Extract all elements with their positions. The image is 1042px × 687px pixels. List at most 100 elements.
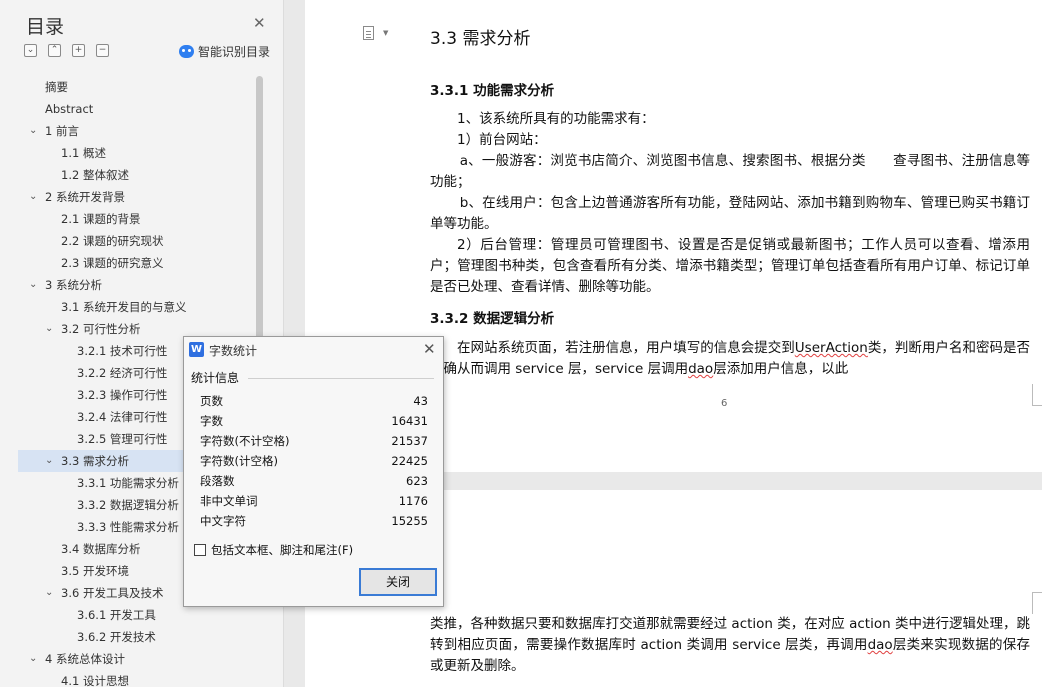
toc-item-label: 3.2.3 操作可行性 (77, 388, 168, 402)
toc-toolbar: ⌄ ⌃ + − (24, 44, 109, 57)
word-count-dialog: W 字数统计 ✕ 统计信息 页数 43 字数 16431 字符数(不计空格) 21537 字… (183, 336, 444, 607)
spell-error-word[interactable]: dao (868, 637, 893, 653)
toc-item-label: 3.2.5 管理可行性 (77, 432, 168, 446)
stat-value: 623 (406, 474, 428, 488)
paragraph: 2）后台管理：管理员可管理图书、设置是否是促销或最新图书；工作人员可以查看、增添… (430, 237, 1030, 295)
toc-item-label: 3.2.2 经济可行性 (77, 366, 168, 380)
toc-item-label: 3 系统分析 (45, 278, 102, 292)
stat-row: 段落数 623 (200, 471, 428, 491)
stat-label: 字符数(计空格) (200, 454, 278, 468)
toc-item-label: 2.2 课题的研究现状 (61, 234, 164, 248)
toc-item-label: 3.3.3 性能需求分析 (77, 520, 179, 534)
stat-row: 非中文单词 1176 (200, 491, 428, 511)
stat-row: 字符数(不计空格) 21537 (200, 431, 428, 451)
paragraph: 1）前台网站： (457, 132, 547, 148)
toc-item-label: 3.5 开发环境 (61, 564, 129, 578)
checkbox-box[interactable] (194, 544, 206, 556)
stat-label: 字符数(不计空格) (200, 434, 290, 448)
collapse-icon[interactable]: ⌄ (24, 44, 37, 57)
toc-item[interactable]: 1.2 整体叙述 (18, 164, 272, 186)
toc-item-label: 3.4 数据库分析 (61, 542, 141, 556)
stat-value: 15255 (391, 514, 428, 528)
divider (248, 378, 434, 379)
toc-item[interactable]: 2.2 课题的研究现状 (18, 230, 272, 252)
expand-icon[interactable]: ⌃ (48, 44, 61, 57)
chevron-down-icon[interactable]: ▼ (383, 29, 388, 37)
stat-value: 21537 (391, 434, 428, 448)
toc-item-label: 3.3.2 数据逻辑分析 (77, 498, 179, 512)
stat-value: 22425 (391, 454, 428, 468)
stat-row: 页数 43 (200, 391, 428, 411)
robot-icon (179, 45, 194, 58)
page-corner-mark (1032, 384, 1042, 406)
toc-item-label: 4.1 设计思想 (61, 674, 129, 687)
toc-item-label: 4 系统总体设计 (45, 652, 125, 666)
dialog-titlebar[interactable]: W 字数统计 ✕ (184, 337, 443, 363)
toc-item[interactable]: ⌄ 4 系统总体设计 (18, 648, 272, 670)
stat-label: 非中文单词 (200, 494, 258, 508)
stat-value: 16431 (391, 414, 428, 428)
toc-item[interactable]: ⌄ 2 系统开发背景 (18, 186, 272, 208)
document-icon[interactable] (363, 26, 374, 40)
minus-icon[interactable]: − (96, 44, 109, 57)
toc-item-label: 1.1 概述 (61, 146, 106, 160)
wps-logo-icon: W (189, 342, 204, 357)
stats-group-label: 统计信息 (191, 371, 240, 385)
toc-item-label: 2.3 课题的研究意义 (61, 256, 164, 270)
toc-item-label: 3.3.1 功能需求分析 (77, 476, 179, 490)
toc-item-label: 3.2.1 技术可行性 (77, 344, 168, 358)
chevron-down-icon[interactable]: ⌄ (45, 450, 53, 472)
chevron-down-icon[interactable]: ⌄ (45, 318, 53, 340)
chevron-down-icon[interactable]: ⌄ (29, 274, 37, 296)
smart-toc-button[interactable]: 智能识别目录 (179, 43, 270, 60)
toc-item-label: 1 前言 (45, 124, 79, 138)
toc-item[interactable]: Abstract (18, 98, 272, 120)
plus-icon[interactable]: + (72, 44, 85, 57)
dialog-title: 字数统计 (209, 344, 258, 358)
chevron-down-icon[interactable]: ⌄ (29, 120, 37, 142)
stat-label: 页数 (200, 394, 223, 408)
toc-item[interactable]: 2.3 课题的研究意义 (18, 252, 272, 274)
stat-label: 段落数 (200, 474, 235, 488)
toc-item-label: 3.6 开发工具及技术 (61, 586, 164, 600)
text-run: 在网站系统页面，若注册信息，用户填写的信息会提交到 (457, 340, 795, 356)
text-run: 层添加用户信息，以此 (713, 361, 849, 377)
toc-item[interactable]: 摘要 (18, 76, 272, 98)
spell-error-word[interactable]: UserAction (795, 340, 868, 356)
paragraph: a、一般游客：浏览书店简介、浏览图书信息、搜索图书、根据分类 查寻图书、注册信息… (430, 153, 1030, 190)
chevron-down-icon[interactable]: ⌄ (29, 648, 37, 670)
paragraph: 1、该系统所具有的功能需求有： (457, 111, 655, 127)
toc-item[interactable]: 3.1 系统开发目的与意义 (18, 296, 272, 318)
paragraph: 在网站系统页面，若注册信息，用户填写的信息会提交到UserAction类，判断用… (430, 338, 1030, 380)
toc-item[interactable]: 3.6.1 开发工具 (18, 604, 272, 626)
section-heading: 3.3 需求分析 (430, 29, 531, 49)
toc-item[interactable]: 4.1 设计思想 (18, 670, 272, 687)
spell-error-word[interactable]: dao (688, 361, 713, 377)
toc-item[interactable]: 2.1 课题的背景 (18, 208, 272, 230)
toc-item-label: 1.2 整体叙述 (61, 168, 129, 182)
toc-item-label: 3.1 系统开发目的与意义 (61, 300, 187, 314)
include-textbox-checkbox[interactable]: 包括文本框、脚注和尾注(F) (194, 542, 353, 558)
close-icon[interactable]: ✕ (423, 340, 436, 358)
toc-item-label: 3.6.1 开发工具 (77, 608, 156, 622)
page-corner-mark (1032, 592, 1042, 614)
stat-label: 字数 (200, 414, 223, 428)
chevron-down-icon[interactable]: ⌄ (29, 186, 37, 208)
toc-item[interactable]: ⌄ 3 系统分析 (18, 274, 272, 296)
smart-toc-label: 智能识别目录 (198, 45, 271, 59)
paragraph: 类推，各种数据只要和数据库打交道那就需要经过 action 类，在对应 acti… (430, 614, 1030, 677)
toc-title: 目录 (26, 16, 65, 38)
toc-item[interactable]: 3.6.2 开发技术 (18, 626, 272, 648)
toc-item[interactable]: 1.1 概述 (18, 142, 272, 164)
toc-item[interactable]: ⌄ 1 前言 (18, 120, 272, 142)
chevron-down-icon[interactable]: ⌄ (45, 582, 53, 604)
close-icon[interactable]: ✕ (253, 14, 266, 32)
stat-value: 1176 (398, 494, 428, 508)
toc-item-label: 3.6.2 开发技术 (77, 630, 156, 644)
stat-value: 43 (413, 394, 428, 408)
stat-row: 中文字符 15255 (200, 511, 428, 531)
page-number: 6 (721, 398, 728, 409)
toc-item-label: 2.1 课题的背景 (61, 212, 141, 226)
close-button[interactable]: 关闭 (359, 568, 437, 596)
toc-item-label: 3.3 需求分析 (61, 454, 129, 468)
